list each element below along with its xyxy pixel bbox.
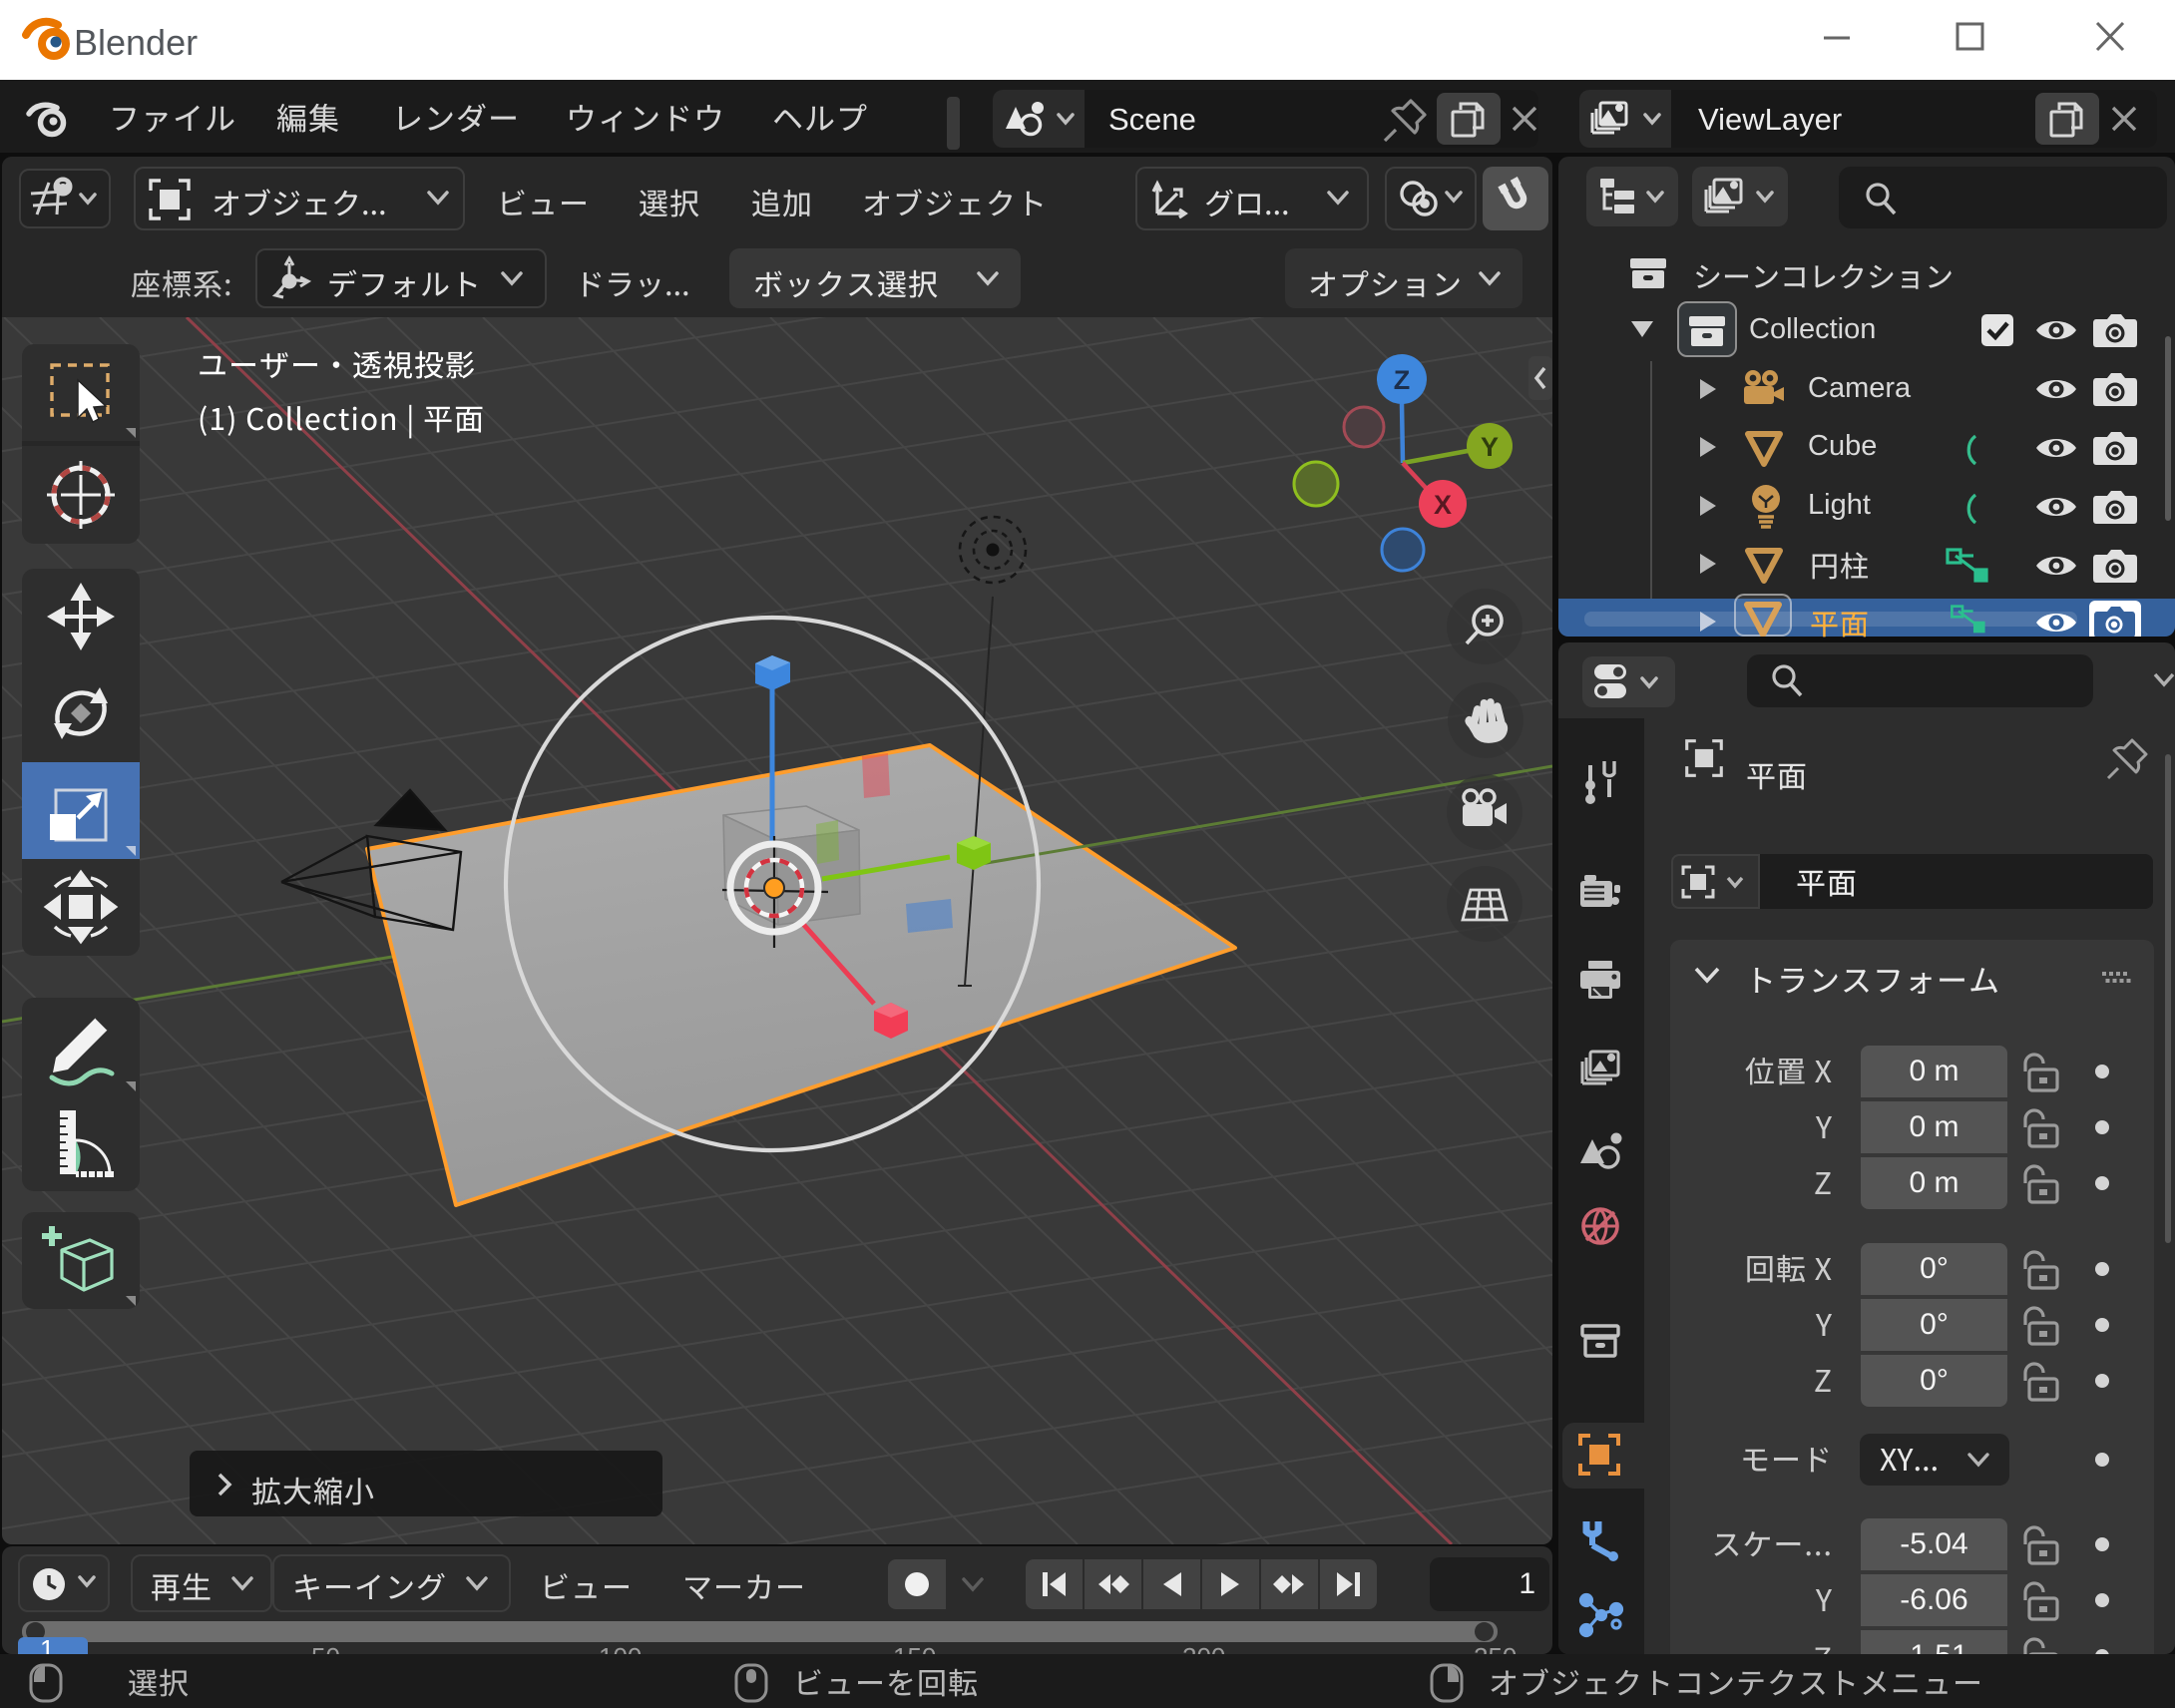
svg-text:Z: Z (1394, 365, 1411, 395)
svg-text:X: X (1434, 490, 1452, 520)
svg-text:Y: Y (1481, 432, 1499, 462)
